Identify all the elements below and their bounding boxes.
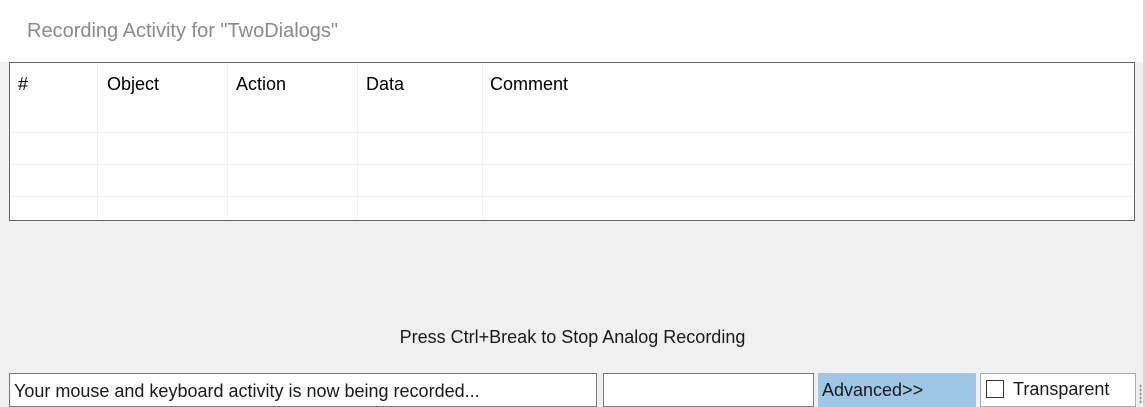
stop-recording-hint: Press Ctrl+Break to Stop Analog Recordin…: [399, 327, 746, 347]
row-divider: [10, 132, 1134, 133]
column-header-number[interactable]: #: [18, 74, 28, 95]
activity-grid[interactable]: # Object Action Data Comment: [9, 62, 1135, 221]
transparent-toggle[interactable]: Transparent: [980, 373, 1136, 407]
column-header-object[interactable]: Object: [107, 74, 159, 95]
status-message-field: Your mouse and keyboard activity is now …: [9, 373, 597, 407]
recording-activity-window: Recording Activity for "TwoDialogs" # Ob…: [0, 0, 1145, 407]
transparent-checkbox[interactable]: [986, 380, 1004, 398]
title-area: Recording Activity for "TwoDialogs": [0, 0, 1145, 62]
resize-grip-icon[interactable]: [1139, 384, 1142, 404]
row-divider: [10, 196, 1134, 197]
column-header-action[interactable]: Action: [236, 74, 286, 95]
row-divider: [10, 164, 1134, 165]
window-title: Recording Activity for "TwoDialogs": [27, 20, 338, 42]
secondary-status-field: [603, 373, 814, 407]
transparent-label: Transparent: [1013, 379, 1110, 399]
advanced-button[interactable]: Advanced>>: [818, 373, 976, 407]
column-header-data[interactable]: Data: [366, 74, 404, 95]
column-header-comment[interactable]: Comment: [490, 74, 568, 95]
